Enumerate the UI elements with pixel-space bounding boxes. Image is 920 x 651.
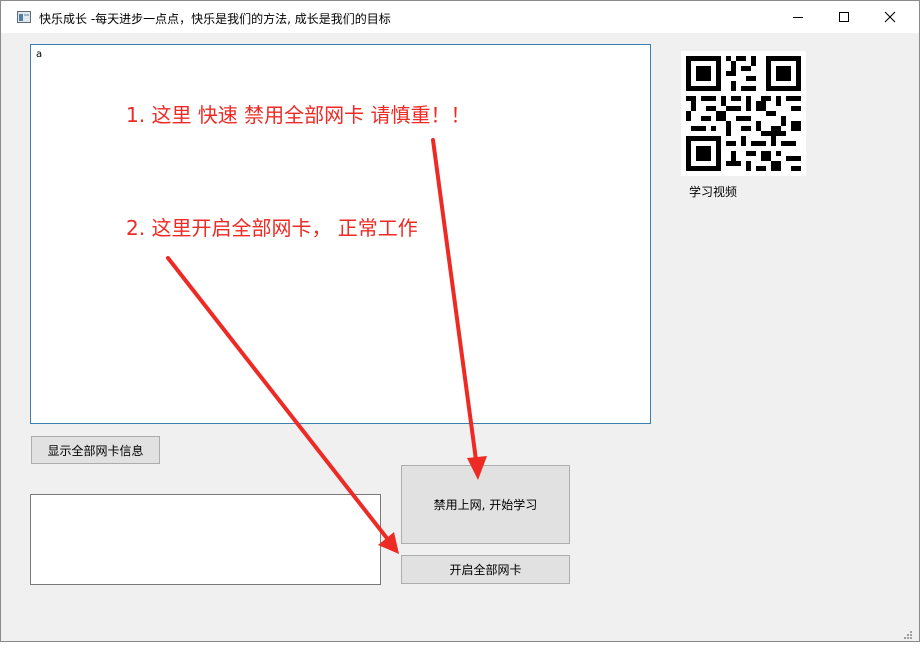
qr-code-image	[681, 51, 806, 176]
main-window: 快乐成长 -每天进步一点点，快乐是我们的方法, 成长是我们的目标 a 学习视频 …	[0, 0, 920, 642]
enable-all-adapters-button[interactable]: 开启全部网卡	[401, 555, 570, 584]
close-button[interactable]	[867, 1, 913, 33]
title-bar[interactable]: 快乐成长 -每天进步一点点，快乐是我们的方法, 成长是我们的目标	[1, 1, 919, 33]
disable-all-adapters-button[interactable]: 禁用上网, 开始学习	[401, 465, 570, 544]
qr-caption: 学习视频	[689, 185, 738, 199]
minimize-icon	[793, 17, 803, 18]
show-all-adapters-button[interactable]: 显示全部网卡信息	[31, 436, 160, 464]
annotation-step-1: 1. 这里 快速 禁用全部网卡 请慎重！！	[126, 103, 471, 127]
resize-grip-icon[interactable]	[901, 628, 913, 640]
output-textbox[interactable]	[30, 494, 381, 585]
minimize-button[interactable]	[775, 1, 821, 33]
log-text: a	[36, 49, 43, 60]
window-title: 快乐成长 -每天进步一点点，快乐是我们的方法, 成长是我们的目标	[39, 12, 391, 26]
close-icon	[884, 11, 896, 23]
maximize-icon	[839, 12, 849, 22]
annotation-step-2: 2. 这里开启全部网卡， 正常工作	[126, 216, 418, 240]
app-icon	[17, 11, 31, 23]
maximize-button[interactable]	[821, 1, 867, 33]
